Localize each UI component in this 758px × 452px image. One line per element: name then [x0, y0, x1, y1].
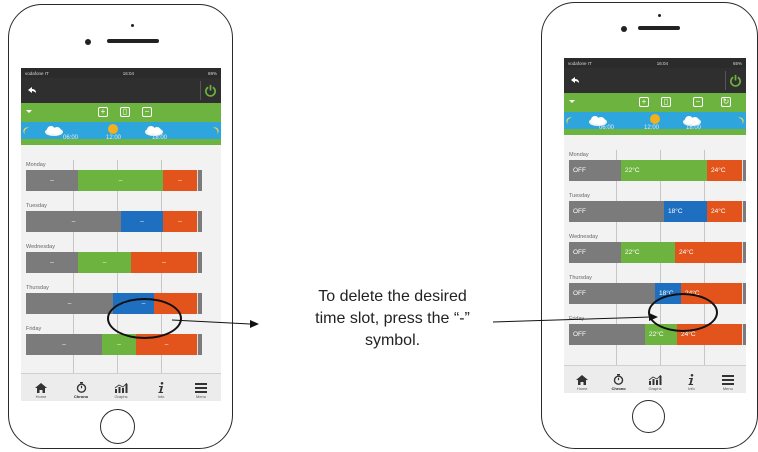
arrow-head-icon — [250, 320, 259, 328]
instruction-line-2: time slot, press the “-” — [315, 310, 470, 327]
instruction-line-3: symbol. — [364, 332, 421, 349]
instruction-line-1: To delete the desired — [318, 288, 467, 305]
instruction-text: To delete the desired time slot, press t… — [285, 286, 500, 352]
callout-arrows — [171, 313, 658, 328]
arrow-head-icon — [649, 313, 658, 321]
